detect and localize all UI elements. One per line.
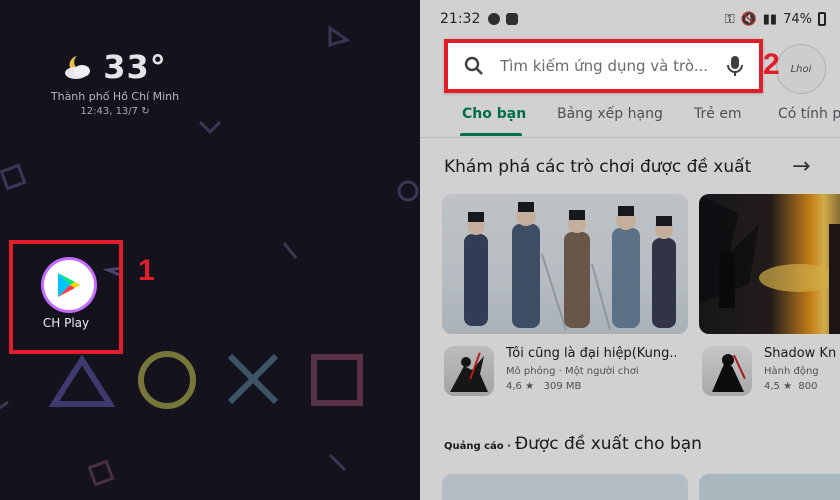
account-avatar[interactable]: Lhoi xyxy=(776,44,826,94)
game-2-rating: 4,5 ★ xyxy=(764,381,793,392)
weather-city: Thành phố Hồ Chí Minh xyxy=(50,90,180,103)
weather-datetime: 12:43, 13/7 ↻ xyxy=(40,106,190,117)
game-2-name: Shadow Kn xyxy=(764,346,837,361)
status-bar: 21:32 ⚿ 🔇 ▮▮ 74% xyxy=(420,0,840,38)
search-input[interactable]: Tìm kiếm ứng dụng và trò... xyxy=(500,57,727,75)
search-bar[interactable]: Tìm kiếm ứng dụng và trò... xyxy=(444,39,763,93)
highlight-box-ch-play: CH Play xyxy=(9,240,123,354)
list-item-game-2[interactable]: Shadow Kn Hành động 4,5 ★ 800 xyxy=(702,346,840,396)
section-title-suggested: Được đề xuất cho bạn xyxy=(514,434,702,454)
battery-icon xyxy=(818,12,826,26)
shadow-knight-artwork xyxy=(699,194,840,334)
game-2-thumbnail xyxy=(702,346,752,396)
home-screen: 33° Thành phố Hồ Chí Minh 12:43, 13/7 ↻ … xyxy=(0,0,420,500)
ch-play-app-icon[interactable] xyxy=(44,260,94,310)
ad-label: Quảng cáo · xyxy=(444,441,511,452)
game-2-stats: 4,5 ★ 800 xyxy=(764,381,840,392)
list-item-game-1[interactable]: Tôi cũng là đại hiệp(Kung... Mô phỏng · … xyxy=(444,346,676,396)
game-1-thumbnail xyxy=(444,346,494,396)
featured-game-banner-2[interactable] xyxy=(699,194,840,334)
suggested-app-card-1[interactable] xyxy=(442,474,688,500)
step-number-1: 1 xyxy=(138,254,155,287)
category-tabs: Cho bạn Bảng xếp hạng Trẻ em Có tính p xyxy=(420,96,840,136)
weather-temperature: 33° xyxy=(103,48,167,86)
mute-icon: 🔇 xyxy=(740,11,757,27)
martial-heroes-artwork xyxy=(464,202,676,331)
shadow-knight-silhouette-icon xyxy=(712,354,746,392)
status-time: 21:32 xyxy=(440,11,481,27)
game-1-stats: 4,6 ★ 309 MB xyxy=(506,381,676,392)
game-2-category: Hành động xyxy=(764,366,819,377)
ad-section-header: Quảng cáo · Được đề xuất cho bạn xyxy=(444,434,702,454)
game-1-name: Tôi cũng là đại hiệp(Kung... xyxy=(506,346,676,361)
ch-play-app-label[interactable]: CH Play xyxy=(13,316,119,330)
refresh-icon: ↻ xyxy=(141,106,150,117)
facebook-notification-icon xyxy=(488,13,501,25)
microphone-icon[interactable] xyxy=(727,55,743,77)
gallery-notification-icon xyxy=(506,13,519,25)
step-number-2: 2 xyxy=(763,48,780,81)
tab-premium[interactable]: Có tính p xyxy=(778,106,840,122)
swordsman-silhouette-icon xyxy=(450,352,488,392)
signal-icon: ▮▮ xyxy=(762,11,778,27)
active-tab-indicator xyxy=(460,133,522,136)
weather-datetime-text: 12:43, 13/7 xyxy=(80,106,139,117)
search-icon xyxy=(464,56,483,75)
key-icon: ⚿ xyxy=(724,11,735,27)
game-1-category: Mô phỏng · Một người chơi xyxy=(506,366,639,377)
tab-top-charts[interactable]: Bảng xếp hạng xyxy=(557,106,663,122)
weather-widget[interactable]: 33° Thành phố Hồ Chí Minh 12:43, 13/7 ↻ xyxy=(40,48,190,117)
partly-cloudy-night-icon xyxy=(65,56,91,79)
battery-percent: 74% xyxy=(783,11,812,27)
game-1-size: 309 MB xyxy=(543,381,582,392)
section-title-recommended-games: Khám phá các trò chơi được đề xuất xyxy=(444,157,752,177)
game-1-rating: 4,6 ★ xyxy=(506,381,535,392)
arrow-right-icon[interactable]: → xyxy=(792,154,810,179)
play-store-logo-icon xyxy=(58,273,80,297)
tabs-divider xyxy=(420,137,840,138)
suggested-app-card-2[interactable] xyxy=(699,474,840,500)
tab-for-you[interactable]: Cho bạn xyxy=(462,106,526,122)
game-2-size: 800 xyxy=(798,381,818,392)
featured-game-banner[interactable] xyxy=(442,194,688,334)
tab-kids[interactable]: Trẻ em xyxy=(694,106,742,122)
